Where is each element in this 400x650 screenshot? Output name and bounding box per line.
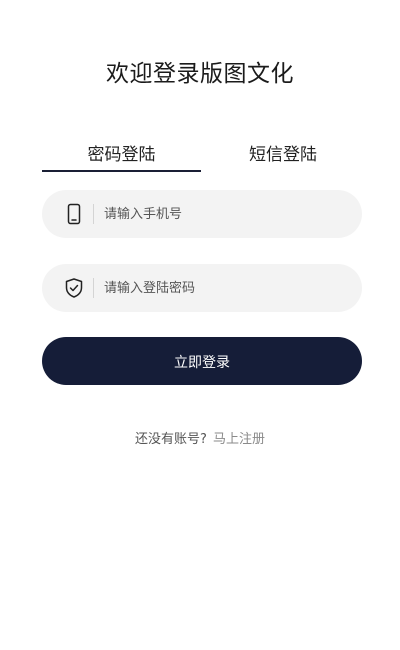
field-divider bbox=[93, 278, 94, 298]
login-button[interactable]: 立即登录 bbox=[42, 337, 362, 385]
register-link[interactable]: 马上注册 bbox=[213, 432, 265, 447]
login-tabs: 密码登陆 短信登陆 bbox=[42, 140, 362, 172]
shield-check-icon bbox=[62, 276, 86, 300]
password-input[interactable] bbox=[104, 264, 344, 312]
register-prompt-text: 还没有账号? bbox=[135, 432, 207, 447]
phone-field bbox=[42, 190, 362, 238]
login-page: 欢迎登录版图文化 密码登陆 短信登陆 立即登录 还没有账号? 马上注册 bbox=[0, 0, 400, 650]
phone-input[interactable] bbox=[104, 190, 344, 238]
page-title: 欢迎登录版图文化 bbox=[106, 61, 294, 87]
password-field bbox=[42, 264, 362, 312]
phone-icon bbox=[62, 202, 86, 226]
tab-sms-login[interactable]: 短信登陆 bbox=[223, 140, 343, 170]
tab-password-login[interactable]: 密码登陆 bbox=[42, 140, 201, 172]
field-divider bbox=[93, 204, 94, 224]
register-prompt: 还没有账号? 马上注册 bbox=[0, 428, 400, 447]
